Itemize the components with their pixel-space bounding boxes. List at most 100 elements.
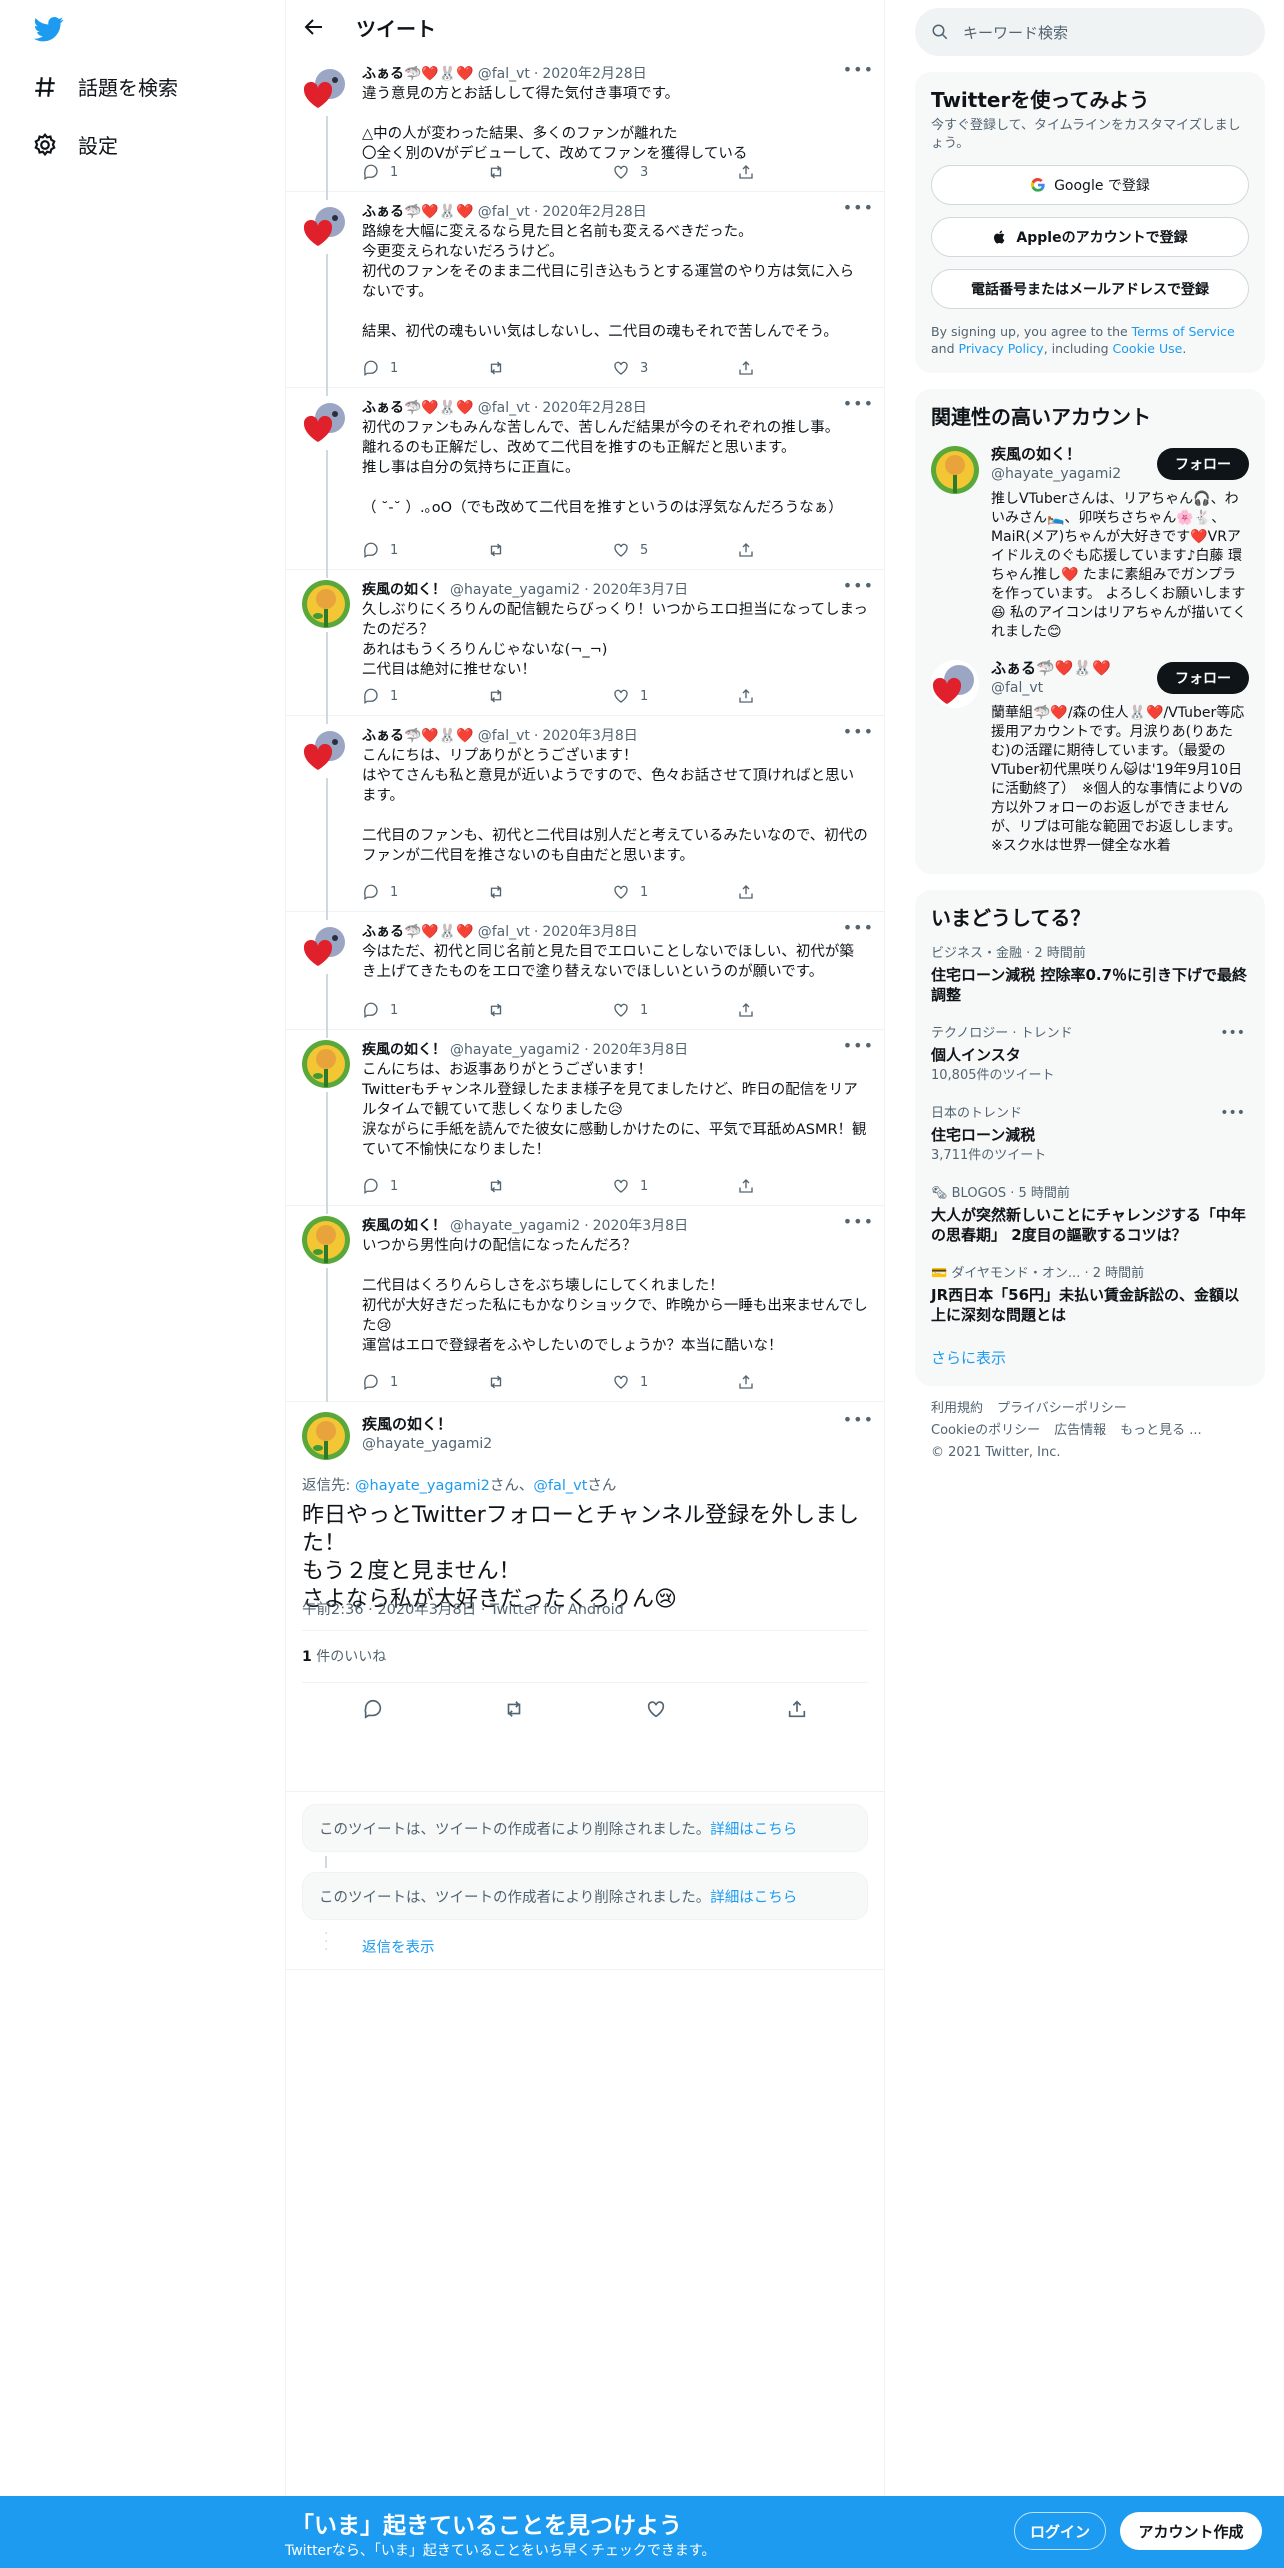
tweet-author-name[interactable]: 疾風の如く！: [362, 580, 446, 600]
more-icon[interactable]: •••: [843, 1410, 874, 1429]
retweet-icon[interactable]: [503, 1698, 525, 1720]
reply-to-link[interactable]: @fal_vt: [533, 1478, 587, 1494]
like-icon[interactable]: [645, 1698, 667, 1720]
trend-item[interactable]: 💳 ダイヤモンド・オン... · 2 時間前 JR西日本「56円」未払い賃金訴訟の…: [931, 1255, 1249, 1335]
show-replies-link[interactable]: 返信を表示: [362, 1936, 435, 1957]
footer-ads-link[interactable]: 広告情報: [1054, 1423, 1106, 1438]
reply-button[interactable]: 1: [362, 1000, 487, 1020]
footer-privacy-link[interactable]: プライバシーポリシー: [997, 1401, 1127, 1416]
trend-item[interactable]: テクノロジー · トレンド 個人インスタ 10,805件のツイート •••: [931, 1015, 1249, 1095]
trend-item[interactable]: 🗞 BLOGOS · 5 時間前 大人が突然新しいことにチャレンジする「中年の思春…: [931, 1175, 1249, 1255]
terms-link[interactable]: Terms of Service: [1132, 324, 1235, 339]
avatar[interactable]: [931, 446, 979, 494]
tweet-author-handle[interactable]: @fal_vt: [478, 202, 530, 222]
tweet-author-handle[interactable]: @fal_vt: [478, 726, 530, 746]
more-icon[interactable]: •••: [1220, 1105, 1245, 1121]
search-box[interactable]: キーワード検索: [915, 8, 1265, 56]
retweet-button[interactable]: [487, 882, 612, 902]
apple-signup-button[interactable]: Appleのアカウントで登録: [931, 217, 1249, 257]
like-button[interactable]: 1: [612, 1176, 737, 1196]
share-icon[interactable]: [786, 1698, 808, 1720]
like-button[interactable]: 5: [612, 540, 737, 560]
tweet-author-name[interactable]: ふぁる🦈❤️🐰❤️: [362, 922, 474, 942]
account-item[interactable]: 疾風の如く！ @hayate_yagami2 フォロー 推しVTuberさんは、…: [931, 434, 1249, 648]
search-input[interactable]: キーワード検索: [963, 22, 1068, 43]
share-button[interactable]: [737, 882, 862, 902]
reply-button[interactable]: 1: [362, 1176, 487, 1196]
avatar[interactable]: [302, 1216, 350, 1264]
like-button[interactable]: 3: [612, 162, 737, 182]
footer-more-link[interactable]: もっと見る ...: [1120, 1423, 1202, 1438]
tweet[interactable]: ••• 疾風の如く！ @hayate_yagami2 · 2020年3月8日 こんにちは、…: [286, 1030, 884, 1206]
share-button[interactable]: [737, 1176, 862, 1196]
tweet-author-handle[interactable]: @fal_vt: [478, 64, 530, 84]
avatar[interactable]: [302, 580, 350, 628]
avatar[interactable]: [302, 1040, 350, 1088]
tweet[interactable]: ••• 疾風の如く！ @hayate_yagami2 · 2020年3月8日 いつから男性…: [286, 1206, 884, 1402]
trend-item[interactable]: ビジネス・金融 · 2 時間前 住宅ローン減税 控除率0.7％に引き下げで最終調整: [931, 935, 1249, 1015]
trend-item[interactable]: 日本のトレンド 住宅ローン減税 3,711件のツイート •••: [931, 1095, 1249, 1175]
share-button[interactable]: [737, 686, 862, 706]
like-button[interactable]: 1: [612, 1372, 737, 1392]
retweet-button[interactable]: [487, 686, 612, 706]
reply-icon[interactable]: [362, 1698, 384, 1720]
reply-button[interactable]: 1: [362, 1372, 487, 1392]
likes-count-line[interactable]: 1 件のいいね: [302, 1646, 386, 1666]
more-icon[interactable]: •••: [1220, 1025, 1245, 1041]
reply-button[interactable]: 1: [362, 686, 487, 706]
tweet-author-name[interactable]: ふぁる🦈❤️🐰❤️: [362, 726, 474, 746]
tweet[interactable]: ••• ふぁる🦈❤️🐰❤️ @fal_vt · 2020年2月28日 路線を大幅に変えるな…: [286, 192, 884, 388]
avatar[interactable]: [302, 1412, 350, 1460]
learn-more-link[interactable]: 詳細はこちら: [710, 1818, 797, 1839]
tweet-author-handle[interactable]: @hayate_yagami2: [450, 1040, 580, 1060]
share-button[interactable]: [737, 1000, 862, 1020]
nav-settings[interactable]: 設定: [32, 130, 118, 159]
reply-button[interactable]: 1: [362, 540, 487, 560]
tweet-author-handle[interactable]: @hayate_yagami2: [450, 1216, 580, 1236]
tweet-author-name[interactable]: ふぁる🦈❤️🐰❤️: [362, 64, 474, 84]
avatar[interactable]: [302, 64, 350, 112]
footer-terms-link[interactable]: 利用規約: [931, 1401, 983, 1416]
like-button[interactable]: 3: [612, 358, 737, 378]
avatar[interactable]: [302, 726, 350, 774]
reply-button[interactable]: 1: [362, 882, 487, 902]
like-button[interactable]: 1: [612, 882, 737, 902]
tweet-timestamp[interactable]: 午前2:36 · 2020年3月8日 · Twitter for Android: [302, 1598, 624, 1619]
tweet-date[interactable]: 2020年2月28日: [542, 64, 646, 84]
tweet-author-handle[interactable]: @fal_vt: [478, 922, 530, 942]
tweet[interactable]: ••• ふぁる🦈❤️🐰❤️ @fal_vt · 2020年2月28日 違う意見の方とお話し…: [286, 54, 884, 192]
tweet-author-name[interactable]: ふぁる🦈❤️🐰❤️: [362, 398, 474, 418]
share-button[interactable]: [737, 540, 862, 560]
avatar[interactable]: [931, 660, 979, 708]
tweet[interactable]: ••• ふぁる🦈❤️🐰❤️ @fal_vt · 2020年3月8日 今はただ、初代と同じ名…: [286, 912, 884, 1030]
tweet-author-name[interactable]: 疾風の如く！: [362, 1216, 446, 1236]
avatar[interactable]: [302, 922, 350, 970]
signup-button[interactable]: アカウント作成: [1120, 2512, 1262, 2550]
tweet-author-handle[interactable]: @hayate_yagami2: [450, 580, 580, 600]
show-more-trends-link[interactable]: さらに表示: [931, 1335, 1249, 1374]
footer-cookie-link[interactable]: Cookieのポリシー: [931, 1423, 1040, 1438]
tweet-author-name[interactable]: ふぁる🦈❤️🐰❤️: [362, 202, 474, 222]
tweet-date[interactable]: 2020年3月8日: [593, 1040, 688, 1060]
back-arrow-icon[interactable]: [302, 15, 326, 39]
tweet-date[interactable]: 2020年3月8日: [593, 1216, 688, 1236]
avatar[interactable]: [302, 398, 350, 446]
tweet-date[interactable]: 2020年2月28日: [542, 398, 646, 418]
retweet-button[interactable]: [487, 540, 612, 560]
avatar[interactable]: [302, 202, 350, 250]
nav-explore[interactable]: 話題を検索: [32, 72, 178, 101]
privacy-link[interactable]: Privacy Policy: [959, 341, 1044, 356]
login-button[interactable]: ログイン: [1014, 2512, 1106, 2550]
share-button[interactable]: [737, 358, 862, 378]
follow-button[interactable]: フォロー: [1157, 662, 1249, 694]
retweet-button[interactable]: [487, 162, 612, 182]
like-button[interactable]: 1: [612, 1000, 737, 1020]
learn-more-link[interactable]: 詳細はこちら: [710, 1886, 797, 1907]
tweet-author-name[interactable]: 疾風の如く！: [362, 1040, 446, 1060]
share-button[interactable]: [737, 1372, 862, 1392]
retweet-button[interactable]: [487, 1176, 612, 1196]
follow-button[interactable]: フォロー: [1157, 448, 1249, 480]
reply-button[interactable]: 1: [362, 358, 487, 378]
tweet-date[interactable]: 2020年3月8日: [542, 922, 637, 942]
retweet-button[interactable]: [487, 1000, 612, 1020]
